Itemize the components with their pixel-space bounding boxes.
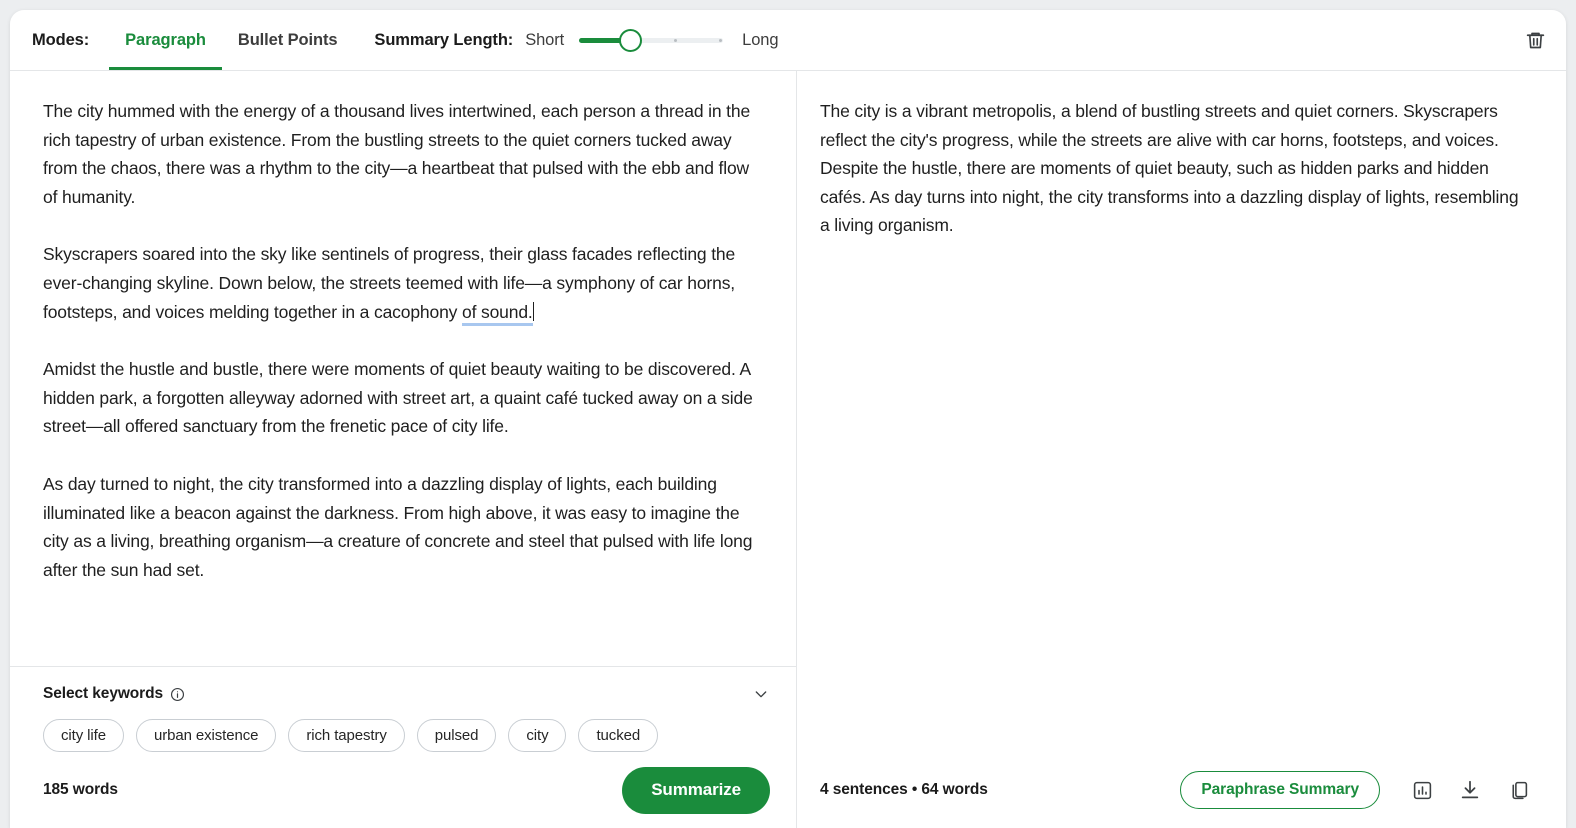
source-paragraph-3: Amidst the hustle and bustle, there were… — [43, 359, 753, 437]
source-paragraph-4: As day turned to night, the city transfo… — [43, 473, 753, 580]
source-paragraph-2-text: Skyscrapers soared into the sky like sen… — [43, 244, 736, 322]
delete-button[interactable] — [1518, 23, 1552, 57]
source-paragraph-2: Skyscrapers soared into the sky like sen… — [43, 240, 762, 326]
summary-length-group: Summary Length: Short Long — [374, 10, 779, 70]
download-icon — [1461, 780, 1479, 799]
keyword-chip-label: pulsed — [434, 727, 479, 744]
download-button[interactable] — [1454, 774, 1486, 806]
keyword-chip-label: city life — [61, 727, 106, 744]
tab-bullet-points-label: Bullet Points — [237, 30, 338, 49]
keyword-chip-label: rich tapestry — [306, 727, 387, 744]
keyword-chip[interactable]: city — [508, 719, 567, 752]
tab-paragraph[interactable]: Paragraph — [109, 10, 222, 70]
chevron-down-icon — [755, 691, 767, 698]
keyword-chip[interactable]: urban existence — [135, 719, 277, 752]
source-text-editor[interactable]: The city hummed with the energy of a tho… — [10, 71, 796, 666]
summary-length-label: Summary Length: — [374, 30, 514, 49]
summary-stats-button[interactable] — [1406, 774, 1438, 806]
keyword-chip-label: tucked — [596, 727, 641, 744]
summarizer-app: Modes: Paragraph Bullet Points Summary L… — [10, 10, 1566, 828]
keyword-chip-label: urban existence — [153, 727, 259, 744]
summary-output[interactable]: The city is a vibrant metropolis, a blen… — [797, 71, 1566, 752]
copy-button[interactable] — [1502, 774, 1534, 806]
paraphrase-summary-button[interactable]: Paraphrase Summary — [1180, 771, 1380, 809]
summary-stats: 4 sentences • 64 words — [820, 781, 988, 798]
source-paragraph-1: The city hummed with the energy of a tho… — [43, 101, 751, 207]
summary-pane: The city is a vibrant metropolis, a blen… — [797, 71, 1566, 828]
keywords-collapse-button[interactable] — [748, 681, 774, 707]
keyword-chip[interactable]: rich tapestry — [288, 719, 405, 752]
summary-length-slider[interactable] — [579, 28, 724, 52]
slider-max-label: Long — [742, 30, 779, 49]
tab-bullet-points[interactable]: Bullet Points — [222, 10, 354, 70]
main-body: The city hummed with the energy of a tho… — [10, 71, 1566, 828]
toolbar: Modes: Paragraph Bullet Points Summary L… — [10, 10, 1566, 71]
summary-text: The city is a vibrant metropolis, a blen… — [820, 101, 1519, 236]
keyword-chip-label: city — [526, 727, 549, 744]
info-circle-icon[interactable] — [170, 687, 185, 702]
toolbar-left-group: Modes: Paragraph Bullet Points Summary L… — [32, 10, 1518, 70]
keyword-chip[interactable]: pulsed — [416, 719, 497, 752]
tab-paragraph-label: Paragraph — [125, 30, 206, 49]
keyword-chip[interactable]: city life — [43, 719, 124, 752]
bar-chart-icon — [1413, 781, 1431, 799]
modes-label: Modes: — [32, 30, 90, 49]
keyword-chip-list: city life urban existence rich tapestry … — [43, 719, 774, 752]
text-caret — [532, 301, 535, 321]
slider-min-label: Short — [525, 30, 565, 49]
trash-icon — [1526, 32, 1544, 48]
input-pane: The city hummed with the energy of a tho… — [10, 71, 797, 828]
keyword-chip[interactable]: tucked — [578, 719, 659, 752]
input-footer: 185 words Summarize — [10, 752, 796, 828]
keywords-title: Select keywords — [43, 685, 163, 702]
grammar-suggestion[interactable]: of sound. — [461, 301, 533, 326]
slider-thumb[interactable] — [619, 29, 643, 52]
keywords-section: Select keywords city life urban existenc… — [10, 666, 796, 752]
summarize-button[interactable]: Summarize — [622, 766, 770, 814]
copy-icon — [1511, 781, 1527, 799]
summary-footer: 4 sentences • 64 words Paraphrase Summar… — [797, 752, 1566, 828]
keywords-header: Select keywords — [43, 683, 774, 705]
source-word-count: 185 words — [43, 781, 118, 798]
